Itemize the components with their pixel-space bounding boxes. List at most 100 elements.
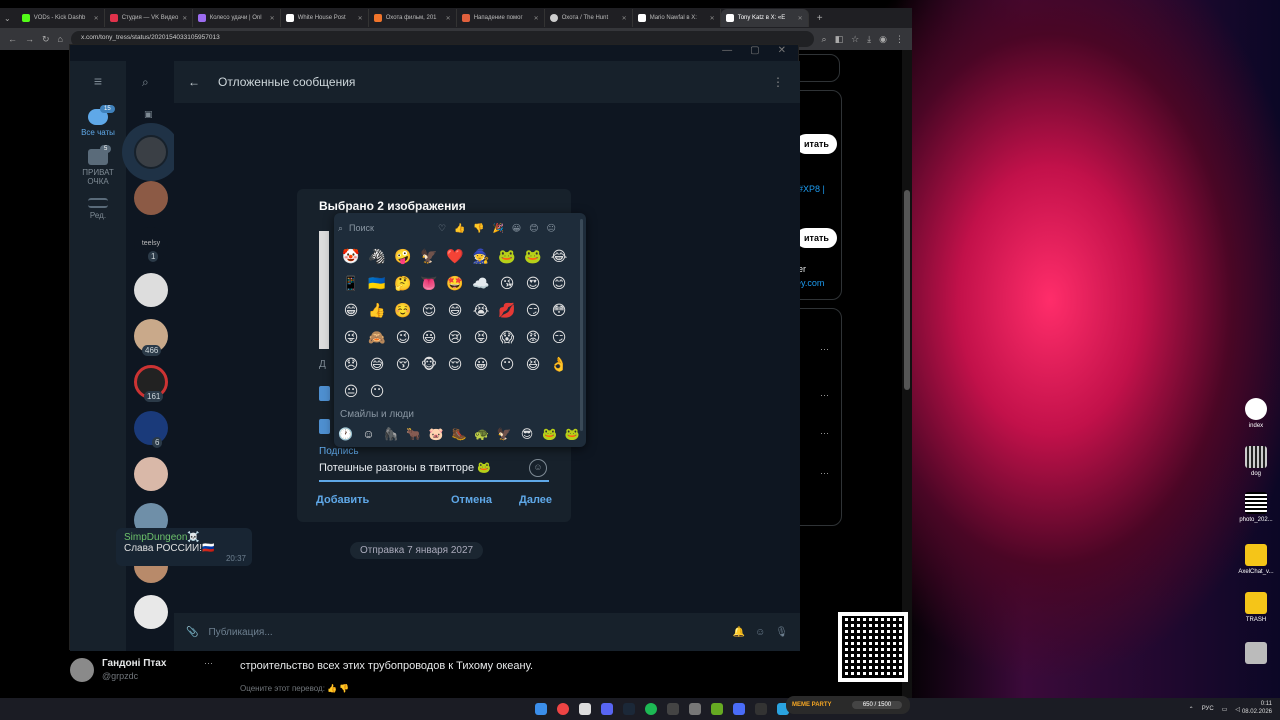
folder-all-chats[interactable]: 15 Все чаты xyxy=(70,101,126,141)
emoji-item[interactable]: 🇺🇦 xyxy=(364,270,390,297)
x-more-icon[interactable]: ··· xyxy=(820,428,829,438)
desktop-icon-dog[interactable]: dog xyxy=(1232,446,1280,477)
discord-icon[interactable] xyxy=(601,703,613,715)
browser-tab[interactable]: Охота / The Hunt ✕ xyxy=(545,9,633,27)
thumbs-down-filter-icon[interactable]: 👎 xyxy=(473,223,484,234)
emoji-item[interactable]: 😡 xyxy=(520,324,546,351)
emoji-category-tab[interactable]: 🐷 xyxy=(427,427,447,441)
language-indicator[interactable]: РУС xyxy=(1202,706,1214,712)
emoji-scrollbar[interactable] xyxy=(580,219,583,431)
folder-private[interactable]: 5 ПРИВАТ ОЧКА xyxy=(70,141,126,190)
x-follow-button[interactable]: итать xyxy=(796,228,837,248)
caption-input[interactable]: Потешные разгоны в твиттоpe 🐸 xyxy=(319,461,491,474)
emoji-item[interactable]: 😚 xyxy=(390,351,416,378)
emoji-category-tab[interactable]: 😎 xyxy=(517,427,537,441)
tweet-more-icon[interactable]: ··· xyxy=(204,658,213,668)
emoji-item[interactable]: 🐵 xyxy=(416,351,442,378)
minimize-icon[interactable]: — xyxy=(722,45,732,61)
desktop-icon-axelchat[interactable]: AxelChat_v... xyxy=(1232,544,1280,575)
close-icon[interactable]: ✕ xyxy=(710,15,715,22)
browser-tab[interactable]: Охота фильм, 201 ✕ xyxy=(369,9,457,27)
spotify-icon[interactable] xyxy=(645,703,657,715)
emoji-item[interactable]: 🧙 xyxy=(468,243,494,270)
x-more-icon[interactable]: ··· xyxy=(820,468,829,478)
emoji-item[interactable]: 😏 xyxy=(546,324,572,351)
cancel-button[interactable]: Отмена xyxy=(451,494,492,506)
tweet-author[interactable]: Гандоні Птах xyxy=(102,658,166,669)
extensions-icon[interactable]: ◧ xyxy=(835,34,844,45)
emoji-item[interactable]: 🐸 xyxy=(494,243,520,270)
emoji-item[interactable]: ☺️ xyxy=(390,297,416,324)
emoji-category-tab[interactable]: 🦍 xyxy=(381,427,401,441)
bell-icon[interactable]: 🔔 xyxy=(733,627,745,638)
tab-list-icon[interactable]: ⌄ xyxy=(4,14,11,23)
close-icon[interactable]: ✕ xyxy=(446,15,451,22)
page-scrollbar[interactable] xyxy=(902,50,912,698)
tray-arrow-icon[interactable]: ⌃ xyxy=(1189,706,1194,713)
emoji-item[interactable]: 💋 xyxy=(494,297,520,324)
x-link[interactable]: ey.com xyxy=(796,278,824,288)
browser-tab[interactable]: VODs - Kick Dashb ✕ xyxy=(17,9,105,27)
emoji-item[interactable]: 🤪 xyxy=(390,243,416,270)
emoji-item[interactable]: 😘 xyxy=(494,270,520,297)
emoji-item[interactable]: 🦓 xyxy=(364,243,390,270)
close-icon[interactable]: ✕ xyxy=(622,15,627,22)
emoji-item[interactable]: 😶 xyxy=(364,378,390,405)
thumbs-up-icon[interactable]: 👍 xyxy=(327,684,337,693)
emoji-category-tab[interactable]: 🥾 xyxy=(449,427,469,441)
folder-edit[interactable]: Ред. xyxy=(70,190,126,224)
emoji-item[interactable]: ☁️ xyxy=(468,270,494,297)
emoji-icon[interactable]: ☺ xyxy=(755,627,765,638)
emoji-item[interactable]: 🤡 xyxy=(338,243,364,270)
emoji-item[interactable]: 😅 xyxy=(364,351,390,378)
zoom-icon[interactable]: ⌕ xyxy=(822,34,827,45)
close-icon[interactable]: ✕ xyxy=(270,15,275,22)
close-icon[interactable]: ✕ xyxy=(182,15,187,22)
emoji-item[interactable]: 😞 xyxy=(338,351,364,378)
neutral-filter-icon[interactable]: 😐 xyxy=(547,223,556,234)
emoji-item[interactable]: 😂 xyxy=(546,243,572,270)
emoji-item[interactable]: 😐 xyxy=(338,378,364,405)
app-icon[interactable] xyxy=(755,703,767,715)
emoji-search[interactable]: ⌕ Поиск xyxy=(338,223,430,234)
back-arrow-icon[interactable]: ← xyxy=(188,75,200,89)
emoji-item[interactable]: 😏 xyxy=(520,297,546,324)
emoji-category-tab[interactable]: 🐢 xyxy=(472,427,492,441)
emoji-item[interactable]: 😆 xyxy=(520,351,546,378)
network-icon[interactable]: ▭ xyxy=(1222,706,1228,713)
explorer-icon[interactable] xyxy=(579,703,591,715)
x-hashtag[interactable]: #XP8 | xyxy=(798,184,825,194)
chat-avatar[interactable] xyxy=(134,273,168,307)
browser-tab[interactable]: Студия — VK Видео ✕ xyxy=(105,9,193,27)
thumbs-down-icon[interactable]: 👎 xyxy=(339,684,349,693)
reload-icon[interactable]: ↻ xyxy=(42,34,50,45)
forward-icon[interactable]: → xyxy=(25,34,34,44)
emoji-item[interactable]: 😶 xyxy=(494,351,520,378)
new-tab-button[interactable]: + xyxy=(817,13,823,24)
maximize-icon[interactable]: ▢ xyxy=(750,45,759,61)
party-filter-icon[interactable]: 🎉 xyxy=(493,223,504,234)
volume-icon[interactable]: ◁ xyxy=(1235,706,1240,713)
close-icon[interactable]: ✕ xyxy=(798,15,803,22)
emoji-item[interactable]: 👌 xyxy=(546,351,572,378)
emoji-category-tab[interactable]: 🦅 xyxy=(494,427,514,441)
emoji-item[interactable]: 🤩 xyxy=(442,270,468,297)
emoji-item[interactable]: 😳 xyxy=(546,297,572,324)
attach-icon[interactable]: 📎 xyxy=(186,627,198,638)
emoji-item[interactable]: 📱 xyxy=(338,270,364,297)
emoji-item[interactable]: 😭 xyxy=(468,297,494,324)
emoji-category-tab[interactable]: ☺ xyxy=(359,427,379,441)
profile-icon[interactable]: ◉ xyxy=(879,34,887,45)
emoji-item[interactable]: 🐸 xyxy=(520,243,546,270)
emoji-item[interactable]: 👍 xyxy=(364,297,390,324)
windows-start-icon[interactable] xyxy=(535,703,547,715)
close-icon[interactable]: ✕ xyxy=(94,15,99,22)
x-follow-button[interactable]: итать xyxy=(796,134,837,154)
browser-tab[interactable]: Нападение помог ✕ xyxy=(457,9,545,27)
option-checkbox[interactable] xyxy=(319,419,330,434)
message-input[interactable]: Публикация... xyxy=(208,627,722,638)
close-icon[interactable]: ✕ xyxy=(358,15,363,22)
heart-filter-icon[interactable]: ♡ xyxy=(438,223,446,234)
chat-avatar[interactable] xyxy=(134,411,168,445)
emoji-category-tab[interactable]: 🕐 xyxy=(336,427,356,441)
